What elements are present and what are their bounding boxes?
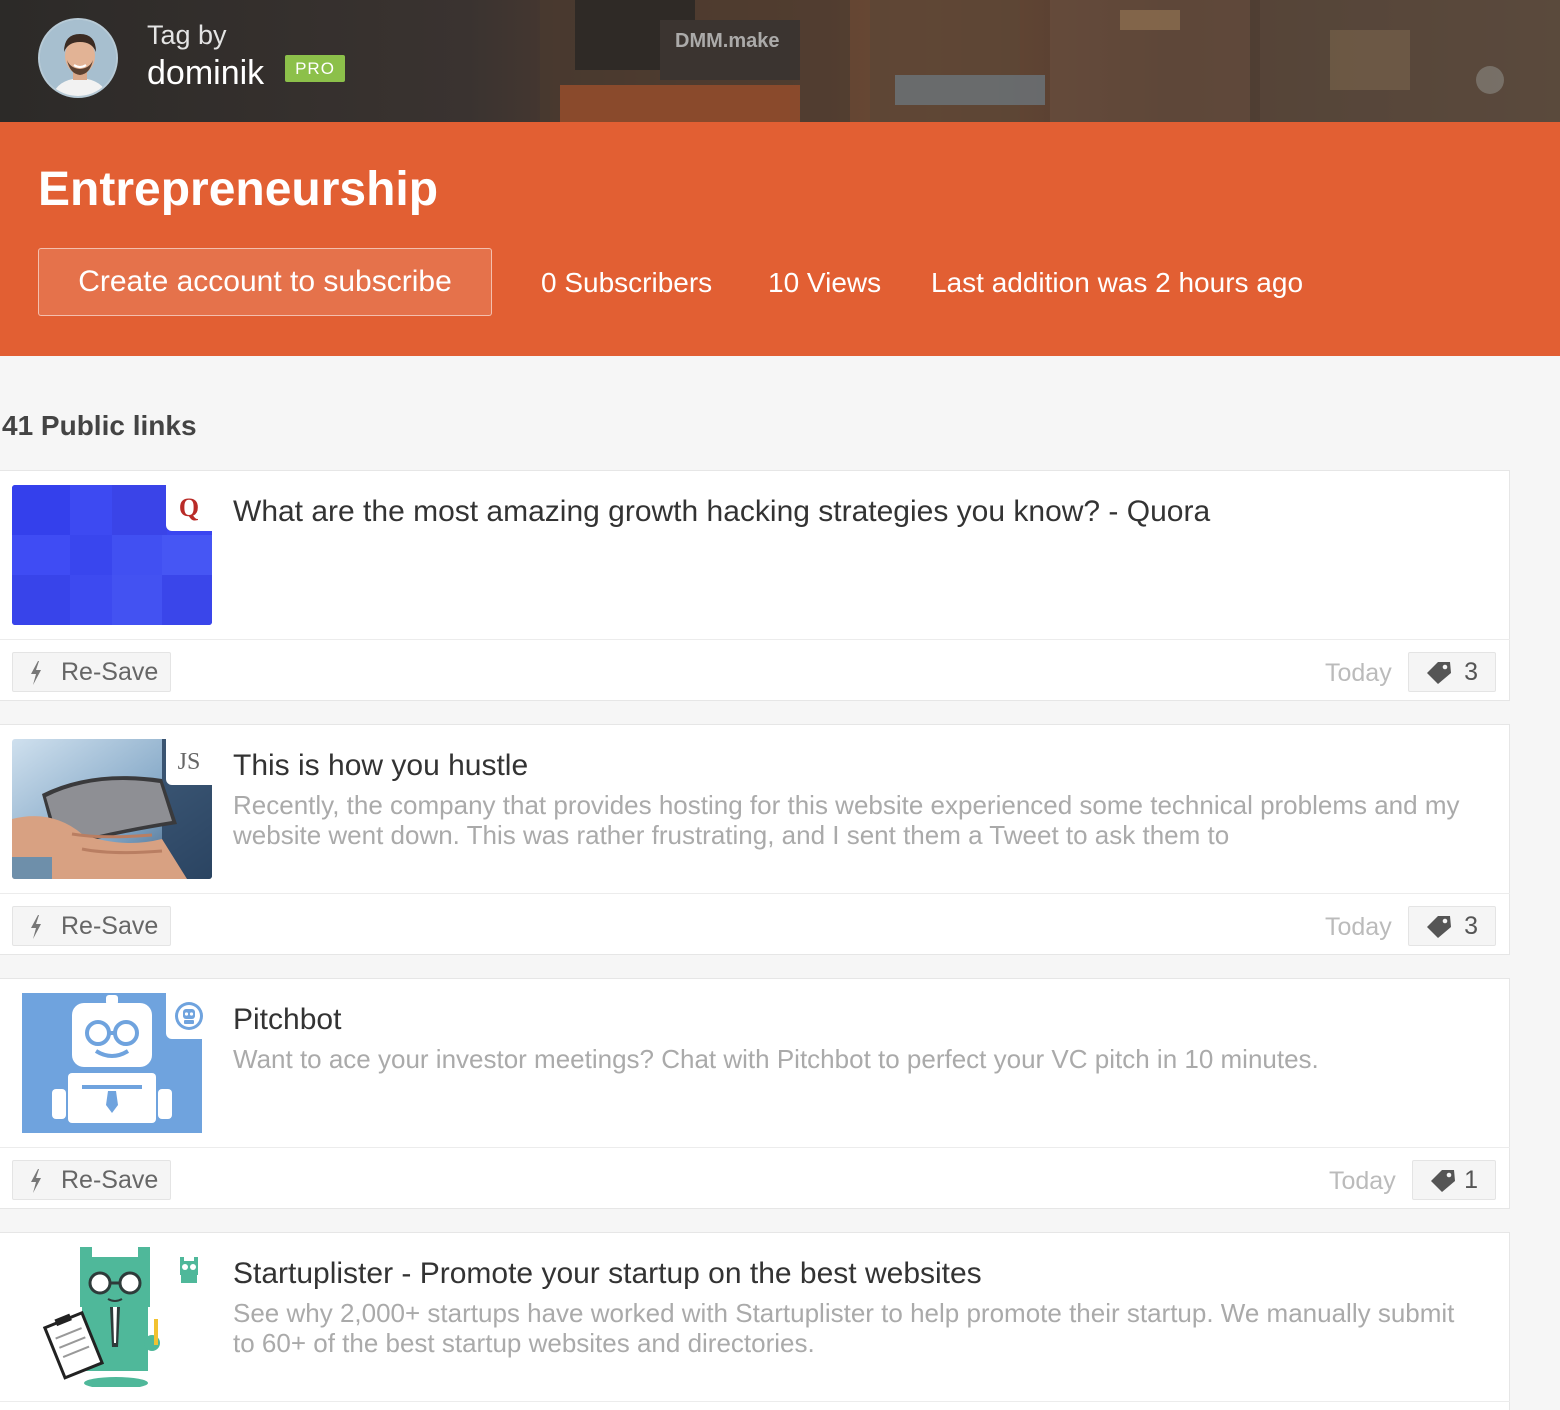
link-card: JS This is how you hustle Recently, the …	[0, 724, 1510, 955]
views-count: 10 Views	[768, 267, 882, 298]
subscribers-count: 0 Subscribers	[541, 267, 713, 298]
card-divider	[0, 639, 1510, 640]
card-divider	[0, 1147, 1510, 1148]
tag-by-label: Tag by	[147, 20, 227, 50]
link-description: Recently, the company that provides host…	[233, 790, 1460, 850]
link-date: Today	[1325, 659, 1392, 687]
resave-button[interactable]: Re-Save	[12, 906, 171, 946]
resave-label: Re-Save	[61, 1166, 159, 1194]
link-description: Want to ace your investor meetings? Chat…	[233, 1044, 1319, 1074]
card-divider	[0, 1401, 1510, 1402]
robot-icon	[166, 993, 212, 1039]
tag-count: 1	[1464, 1166, 1478, 1194]
link-date: Today	[1325, 913, 1392, 941]
link-title[interactable]: What are the most amazing growth hacking…	[233, 495, 1210, 529]
link-title[interactable]: This is how you hustle	[233, 749, 528, 783]
startuplister-cat-icon	[166, 1247, 212, 1293]
resave-button[interactable]: Re-Save	[12, 652, 171, 692]
tag-count-button[interactable]: 3	[1408, 652, 1496, 692]
bolt-icon	[31, 661, 41, 685]
link-date: Today	[1329, 1167, 1396, 1195]
card-divider	[0, 893, 1510, 894]
resave-label: Re-Save	[61, 912, 159, 940]
tag-title: Entrepreneurship	[38, 163, 439, 216]
profile-banner: DMM.make Tag by dominik PRO	[0, 0, 1560, 122]
link-title[interactable]: Pitchbot	[233, 1003, 341, 1037]
link-description: See why 2,000+ startups have worked with…	[233, 1298, 1455, 1358]
js-site-icon: JS	[166, 739, 212, 785]
tag-count-button[interactable]: 3	[1408, 906, 1496, 946]
owner-avatar[interactable]	[38, 18, 118, 98]
owner-name-link[interactable]: dominik	[147, 54, 264, 93]
create-account-subscribe-button[interactable]: Create account to subscribe	[38, 248, 492, 316]
tag-icon	[1427, 916, 1451, 938]
link-card: Startuplister - Promote your startup on …	[0, 1232, 1510, 1410]
tag-count-button[interactable]: 1	[1412, 1160, 1496, 1200]
tag-count: 3	[1464, 912, 1478, 940]
bolt-icon	[31, 1169, 41, 1193]
link-title[interactable]: Startuplister - Promote your startup on …	[233, 1257, 982, 1291]
last-addition-status: Last addition was 2 hours ago	[931, 267, 1304, 298]
bolt-icon	[31, 915, 41, 939]
tag-count: 3	[1464, 658, 1478, 686]
link-card: Pitchbot Want to ace your investor meeti…	[0, 978, 1510, 1209]
resave-label: Re-Save	[61, 658, 159, 686]
resave-button[interactable]: Re-Save	[12, 1160, 171, 1200]
public-links-heading: 41 Public links	[2, 410, 197, 441]
link-card: Q What are the most amazing growth hacki…	[0, 470, 1510, 701]
tag-icon	[1431, 1170, 1455, 1192]
banner-sign-text: DMM.make	[675, 30, 780, 52]
tag-hero: Entrepreneurship Create account to subsc…	[0, 122, 1560, 356]
quora-icon: Q	[166, 485, 212, 531]
pro-badge: PRO	[285, 55, 345, 82]
tag-icon	[1427, 662, 1451, 684]
